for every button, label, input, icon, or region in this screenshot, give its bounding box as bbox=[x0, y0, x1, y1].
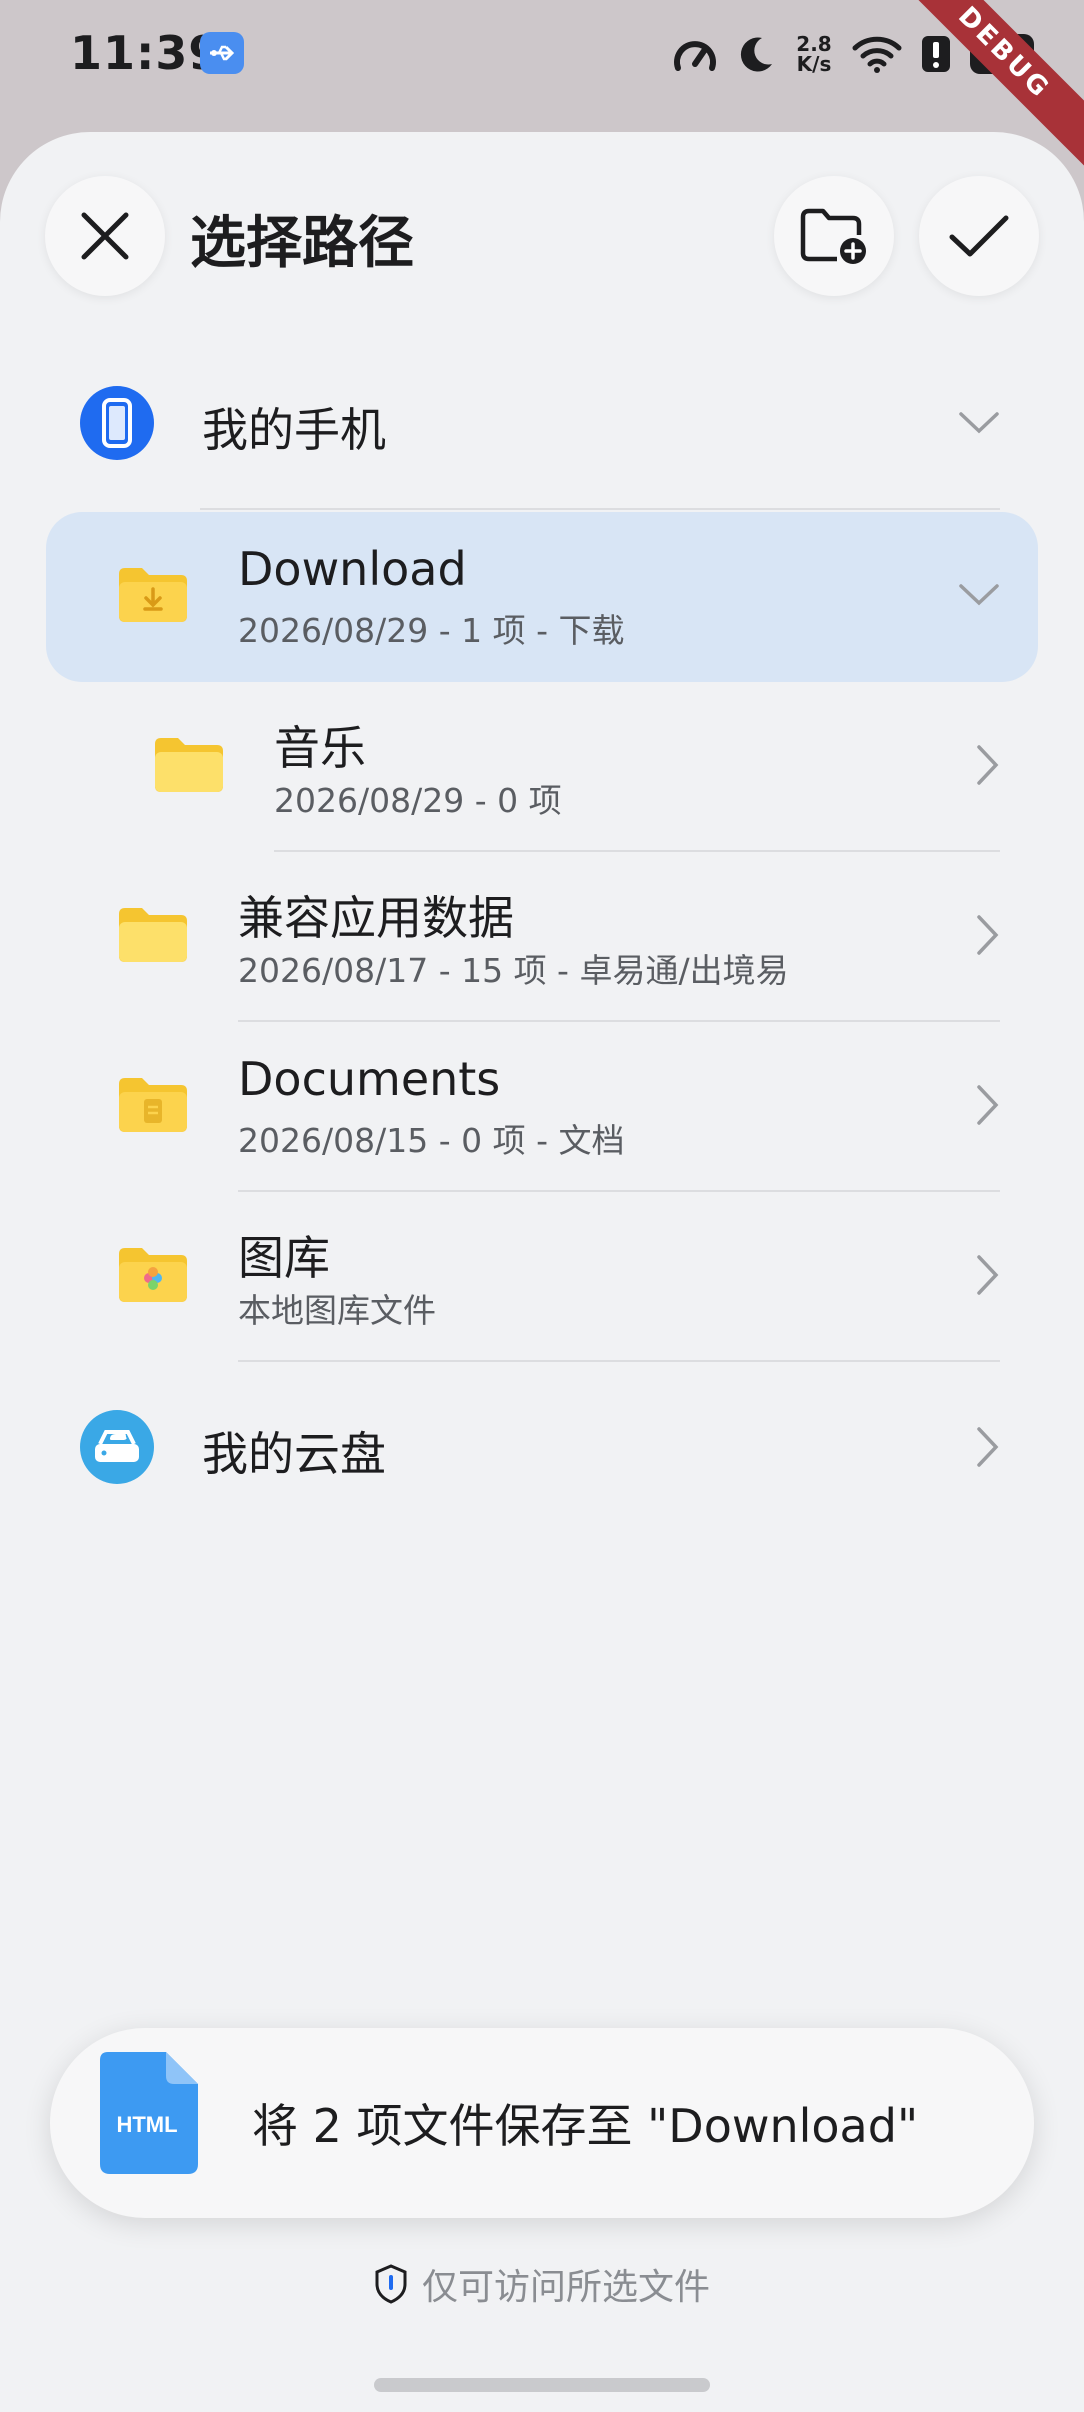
chevron-right-icon[interactable] bbox=[976, 1084, 1000, 1130]
access-note: 仅可访问所选文件 bbox=[0, 2258, 1084, 2310]
tree-item-my-cloud[interactable]: 我的云盘 bbox=[46, 1364, 1038, 1534]
cloud-drive-icon bbox=[80, 1410, 154, 1488]
page-title: 选择路径 bbox=[190, 211, 414, 276]
save-message: 将 2 项文件保存至 "Download" bbox=[252, 2099, 919, 2153]
tree-item-label: 我的手机 bbox=[202, 403, 386, 457]
home-indicator[interactable] bbox=[374, 2378, 710, 2392]
tree-item-gallery[interactable]: 图库 本地图库文件 bbox=[46, 1192, 1038, 1362]
wifi-icon bbox=[852, 36, 902, 73]
close-button[interactable] bbox=[45, 176, 165, 296]
chevron-down-icon[interactable] bbox=[958, 411, 1000, 439]
download-folder-icon bbox=[116, 564, 190, 630]
moon-icon bbox=[740, 37, 772, 72]
tree-item-download[interactable]: Download 2026/08/29 - 1 项 - 下载 bbox=[46, 512, 1038, 682]
folder-name: 兼容应用数据 bbox=[238, 891, 514, 945]
new-folder-icon bbox=[800, 208, 866, 264]
status-bar: 11:39 2.8 K/s DEBUG bbox=[0, 0, 1084, 176]
folder-meta: 2026/08/29 - 0 项 bbox=[274, 781, 562, 820]
folder-meta: 2026/08/29 - 1 项 - 下载 bbox=[238, 611, 625, 650]
close-icon bbox=[81, 212, 129, 260]
folder-name: Download bbox=[238, 542, 467, 596]
file-type-label: HTML bbox=[116, 2112, 177, 2137]
chevron-right-icon[interactable] bbox=[976, 1426, 1000, 1472]
row-divider bbox=[238, 1360, 1000, 1362]
access-note-text: 仅可访问所选文件 bbox=[421, 2267, 710, 2308]
html-file-icon: HTML bbox=[100, 2052, 198, 2178]
chevron-right-icon[interactable] bbox=[976, 1254, 1000, 1300]
folder-meta: 2026/08/17 - 15 项 - 卓易通/出境易 bbox=[238, 951, 789, 990]
tree-item-label: 我的云盘 bbox=[202, 1427, 386, 1481]
folder-name: Documents bbox=[238, 1052, 501, 1106]
alert-icon bbox=[922, 36, 950, 72]
chevron-down-icon[interactable] bbox=[958, 583, 1000, 611]
network-speed: 2.8 K/s bbox=[796, 32, 832, 76]
new-folder-button[interactable] bbox=[774, 176, 894, 296]
status-time: 11:39 bbox=[70, 26, 222, 80]
screen: 11:39 2.8 K/s DEBUG 选择路径 我的手机 Download 2… bbox=[0, 0, 1084, 2412]
tree-item-compat-app-data[interactable]: 兼容应用数据 2026/08/17 - 15 项 - 卓易通/出境易 bbox=[46, 852, 1038, 1022]
folder-icon bbox=[152, 734, 226, 800]
tree-item-documents[interactable]: Documents 2026/08/15 - 0 项 - 文档 bbox=[46, 1022, 1038, 1192]
confirm-button[interactable] bbox=[919, 176, 1039, 296]
phone-icon bbox=[80, 386, 154, 464]
row-divider bbox=[200, 508, 1000, 510]
folder-icon bbox=[116, 904, 190, 970]
gallery-folder-icon bbox=[116, 1244, 190, 1310]
tree-item-my-phone[interactable]: 我的手机 bbox=[46, 340, 1038, 510]
tree-item-music[interactable]: 音乐 2026/08/29 - 0 项 bbox=[46, 682, 1038, 852]
usb-icon bbox=[200, 32, 244, 74]
folder-name: 图库 bbox=[238, 1231, 330, 1285]
folder-meta: 2026/08/15 - 0 项 - 文档 bbox=[238, 1121, 625, 1160]
speedometer-icon bbox=[674, 41, 716, 71]
save-summary-card: HTML 将 2 项文件保存至 "Download" bbox=[50, 2028, 1034, 2218]
shield-icon bbox=[375, 2264, 407, 2304]
chevron-right-icon[interactable] bbox=[976, 914, 1000, 960]
folder-meta: 本地图库文件 bbox=[238, 1291, 436, 1330]
folder-name: 音乐 bbox=[274, 721, 366, 775]
check-icon bbox=[949, 215, 1009, 257]
documents-folder-icon bbox=[116, 1074, 190, 1140]
chevron-right-icon[interactable] bbox=[976, 744, 1000, 790]
